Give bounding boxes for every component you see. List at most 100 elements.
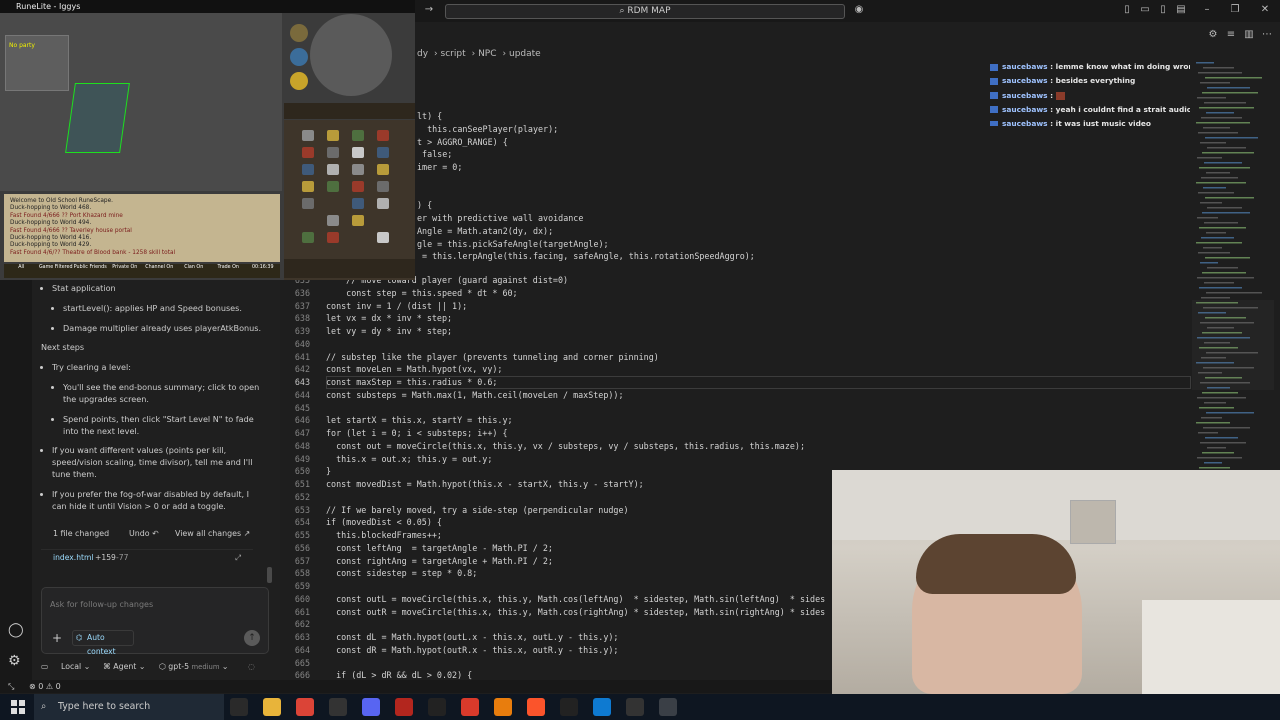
chat-tabs[interactable]: All Game Filtered Public Friends Private On… [4, 264, 280, 278]
remote-icon[interactable]: ⤡ [8, 680, 14, 693]
chat-tab[interactable]: 00:16:39 [246, 264, 281, 278]
add-context-button[interactable]: + [52, 632, 64, 644]
minimap-line [1202, 272, 1246, 274]
undo-button[interactable]: Undo ↶ [129, 527, 159, 541]
followup-input[interactable] [50, 598, 250, 610]
inventory-item[interactable] [327, 147, 339, 158]
inventory-item[interactable] [377, 232, 389, 243]
inventory-item[interactable] [352, 215, 364, 226]
discord-icon[interactable] [362, 698, 380, 716]
inventory-item[interactable] [302, 181, 314, 192]
breadcrumb-item[interactable]: dy [417, 49, 428, 59]
inventory-item[interactable] [352, 130, 364, 141]
chat-tab[interactable]: Private On [108, 264, 143, 278]
stream-deck-icon[interactable] [560, 698, 578, 716]
inventory-item[interactable] [302, 147, 314, 158]
windows-start-icon[interactable] [10, 699, 26, 715]
chat-tab[interactable]: Game Filtered [39, 264, 74, 278]
red-app-icon[interactable] [461, 698, 479, 716]
inventory-item[interactable] [302, 164, 314, 175]
chat-tab[interactable]: Clan On [177, 264, 212, 278]
send-button[interactable]: ↑ [244, 630, 260, 646]
inventory-item[interactable] [302, 198, 314, 209]
settings-gear-icon[interactable]: ⚙ [1207, 29, 1219, 41]
changed-file-row[interactable]: index.html +159 -77 ⤢ [41, 549, 253, 564]
list-icon[interactable]: ≡ [1225, 29, 1237, 41]
problems-indicator[interactable]: ⊗ 0 ⚠ 0 [29, 680, 61, 693]
chat-tab[interactable]: Channel On [142, 264, 177, 278]
inventory-item[interactable] [377, 164, 389, 175]
breadcrumb-item[interactable]: update [509, 49, 541, 59]
game-minimap[interactable] [310, 14, 392, 96]
game-window[interactable]: No party RuneLite - Iggys Welcome to Old… [0, 0, 415, 280]
game-viewport[interactable]: No party [0, 13, 282, 191]
hp-orb[interactable] [290, 24, 308, 42]
tool-app-icon[interactable] [626, 698, 644, 716]
file-name[interactable]: index.html [53, 550, 94, 565]
inventory-item[interactable] [352, 181, 364, 192]
side-tab-bar[interactable] [284, 103, 415, 119]
auto-context-button[interactable]: ⌬ Auto context [72, 630, 134, 656]
chat-tab[interactable]: Public Friends [73, 264, 108, 278]
runelite-icon[interactable] [659, 698, 677, 716]
layout-panel-icon[interactable]: ▭ [1139, 4, 1151, 16]
inventory-item[interactable] [377, 147, 389, 158]
task-view-icon[interactable] [230, 698, 248, 716]
prayer-orb[interactable] [290, 48, 308, 66]
inventory-item[interactable] [327, 232, 339, 243]
split-editor-icon[interactable]: ▥ [1243, 29, 1255, 41]
taskbar-search[interactable]: ⌕ Type here to search [34, 694, 224, 720]
inventory-item[interactable] [327, 215, 339, 226]
panel-scrollbar[interactable] [267, 567, 272, 583]
voicemeeter-icon[interactable] [395, 698, 413, 716]
inventory-item[interactable] [352, 164, 364, 175]
inventory-item[interactable] [327, 164, 339, 175]
arrow-right-icon[interactable]: → [423, 4, 435, 16]
more-actions-icon[interactable]: ⋯ [1261, 29, 1273, 41]
inventory-item[interactable] [352, 147, 364, 158]
chat-tab[interactable]: Trade On [211, 264, 246, 278]
breadcrumb-item[interactable]: NPC [478, 49, 496, 59]
run-orb[interactable] [290, 72, 308, 90]
vscode-icon[interactable] [593, 698, 611, 716]
agent-dropdown[interactable]: ⌘ Agent ⌄ [103, 660, 145, 673]
x-app-icon[interactable] [428, 698, 446, 716]
command-center-search[interactable]: ⌕ RDM MAP [445, 4, 845, 19]
inventory-item[interactable] [327, 130, 339, 141]
close-window-icon[interactable]: ✕ [1259, 4, 1271, 16]
code-text: const leftAng = targetAngle - Math.PI / … [326, 542, 553, 553]
customize-layout-icon[interactable]: ▤ [1175, 4, 1187, 16]
breadcrumb-item[interactable]: script [441, 49, 466, 59]
media-player-icon[interactable] [329, 698, 347, 716]
layout-secondary-icon[interactable]: ▯ [1157, 4, 1169, 16]
blender-icon[interactable] [494, 698, 512, 716]
chrome-icon[interactable] [296, 698, 314, 716]
brave-icon[interactable] [527, 698, 545, 716]
warning-icon: ⚠ [45, 682, 56, 691]
inventory-item[interactable] [302, 232, 314, 243]
open-diff-icon[interactable]: ⤢ [235, 550, 241, 565]
file-explorer-icon[interactable] [263, 698, 281, 716]
inventory-item[interactable] [352, 198, 364, 209]
minimize-icon[interactable]: – [1201, 4, 1213, 16]
inventory-item[interactable] [377, 130, 389, 141]
inventory-item[interactable] [377, 181, 389, 192]
model-dropdown[interactable]: ⬡ gpt-5 medium ⌄ [159, 660, 228, 674]
local-dropdown[interactable]: Local ⌄ [61, 660, 90, 673]
minimap-line [1207, 147, 1246, 149]
minimap-slider[interactable] [1192, 300, 1274, 390]
inventory-item[interactable] [302, 130, 314, 141]
copilot-icon[interactable]: ◉ [853, 4, 865, 16]
bottom-tab-bar[interactable] [284, 259, 415, 278]
inventory-grid[interactable] [298, 128, 396, 253]
account-icon[interactable]: ◯ [8, 622, 24, 638]
layout-sidebar-icon[interactable]: ▯ [1121, 4, 1133, 16]
inventory-item[interactable] [327, 181, 339, 192]
manage-gear-icon[interactable]: ⚙ [8, 653, 21, 669]
inventory-item[interactable] [377, 198, 389, 209]
chat-tab[interactable]: All [4, 264, 39, 278]
view-all-changes-button[interactable]: View all changes ↗ [175, 527, 250, 541]
undo-icon: ↶ [152, 529, 159, 538]
restore-icon[interactable]: ❐ [1229, 4, 1241, 16]
